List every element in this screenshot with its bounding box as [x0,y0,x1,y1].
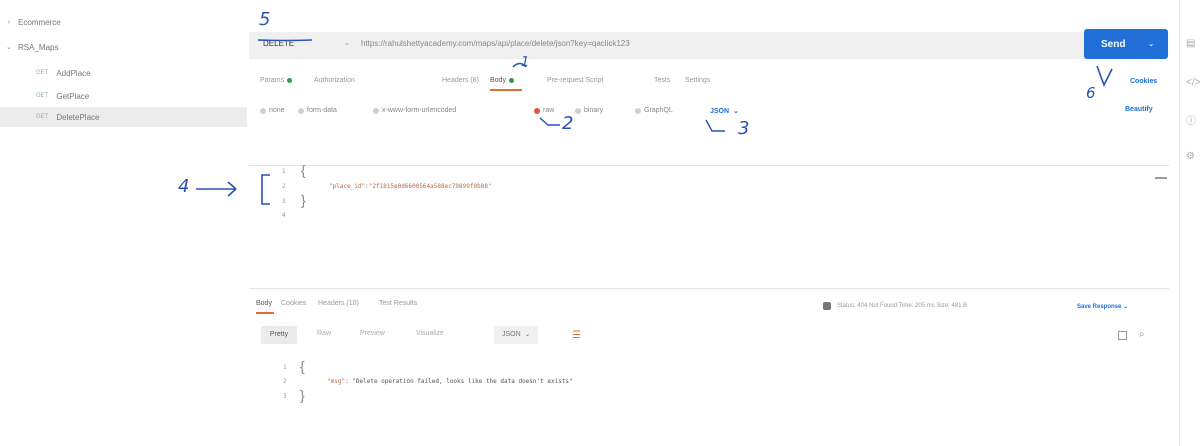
annotation-step-1: 1 [521,55,530,70]
annotation-step-3: 3 [738,118,750,139]
handwritten-annotations [196,39,1113,205]
annotation-step-6: 6 [1086,84,1096,102]
annotation-step-4: 4 [178,176,190,197]
annotation-step-5: 5 [259,9,271,30]
annotation-step-2: 2 [562,113,574,134]
